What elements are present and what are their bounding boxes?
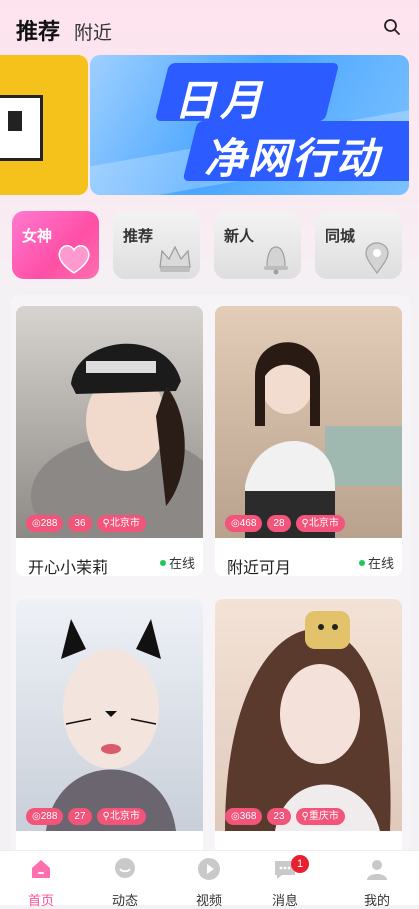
crown-icon <box>159 245 191 272</box>
profile-stats: ◎368 23 ⚲重庆市 <box>225 808 345 825</box>
profile-stats: ◎288 27 ⚲北京市 <box>26 808 146 825</box>
profile-card[interactable]: ◎368 23 ⚲重庆市 <box>215 599 402 855</box>
profile-card[interactable]: ◎288 27 ⚲北京市 <box>16 599 203 855</box>
banner-title-line1: 日月 <box>174 77 267 124</box>
tab-profile[interactable]: 我的 <box>347 857 407 909</box>
city-chip: ⚲重庆市 <box>295 808 345 825</box>
tab-recommend[interactable]: 推荐 <box>16 14 60 46</box>
tab-home[interactable]: 首页 <box>11 857 71 909</box>
profile-photo <box>215 599 402 831</box>
online-status: 在线 <box>358 553 394 572</box>
bottom-tab-bar: 首页 动态 视频 消息 1 我的 <box>0 850 419 908</box>
age-chip: 23 <box>267 808 291 825</box>
views-chip: ◎288 <box>26 515 64 532</box>
views-chip: ◎468 <box>225 515 263 532</box>
views-chip: ◎288 <box>26 808 64 825</box>
views-chip: ◎368 <box>225 808 263 825</box>
profile-card[interactable]: ◎468 28 ⚲北京市 附近可月 在线 <box>215 306 402 576</box>
tab-video[interactable]: 视频 <box>179 857 239 909</box>
top-tabs: 推荐 附近 <box>16 14 112 46</box>
tab-messages[interactable]: 消息 1 <box>255 855 315 909</box>
profile-photo <box>215 306 402 538</box>
category-recommend[interactable]: 推荐 <box>113 211 200 279</box>
category-label: 新人 <box>224 228 255 245</box>
home-icon <box>32 860 50 878</box>
category-newcomer[interactable]: 新人 <box>214 211 301 279</box>
bell-icon <box>264 246 288 275</box>
profile-name: 附近可月 <box>227 560 292 576</box>
online-status: 在线 <box>159 553 195 572</box>
category-label: 女神 <box>22 228 53 245</box>
heart-icon <box>58 245 90 274</box>
age-chip: 27 <box>68 808 92 825</box>
profile-stats: ◎288 36 ⚲北京市 <box>26 515 146 532</box>
category-same-city[interactable]: 同城 <box>315 211 402 279</box>
category-label: 同城 <box>325 228 356 245</box>
category-label: 推荐 <box>123 228 154 245</box>
profile-stats: ◎468 28 ⚲北京市 <box>225 515 345 532</box>
banner-title-line2: 净网行动 <box>204 135 381 182</box>
profile-card[interactable]: ◎288 36 ⚲北京市 开心小茉莉 在线 <box>16 306 203 576</box>
play-icon <box>198 858 220 880</box>
tab-nearby[interactable]: 附近 <box>74 18 112 46</box>
search-icon[interactable] <box>383 18 401 36</box>
age-chip: 36 <box>68 515 92 532</box>
age-chip: 28 <box>267 515 291 532</box>
unread-badge: 1 <box>291 855 309 873</box>
city-chip: ⚲北京市 <box>96 808 146 825</box>
profile-name: 开心小茉莉 <box>28 560 109 576</box>
city-chip: ⚲北京市 <box>295 515 345 532</box>
profile-feed: ◎288 36 ⚲北京市 开心小茉莉 在线 ◎468 28 ⚲北京市 附近可月 … <box>10 295 410 855</box>
category-row: 女神 推荐 新人 同城 <box>12 211 402 279</box>
chat-bubble-icon <box>115 858 135 878</box>
tab-moments[interactable]: 动态 <box>95 857 155 909</box>
category-goddess[interactable]: 女神 <box>12 211 99 279</box>
city-chip: ⚲北京市 <box>96 515 146 532</box>
location-pin-icon <box>365 242 389 275</box>
promo-banner[interactable]: 日月 净网行动 <box>90 55 409 195</box>
banner-previous-slide[interactable] <box>0 55 88 195</box>
profile-photo <box>16 306 203 538</box>
user-icon <box>367 860 387 880</box>
profile-photo <box>16 599 203 831</box>
